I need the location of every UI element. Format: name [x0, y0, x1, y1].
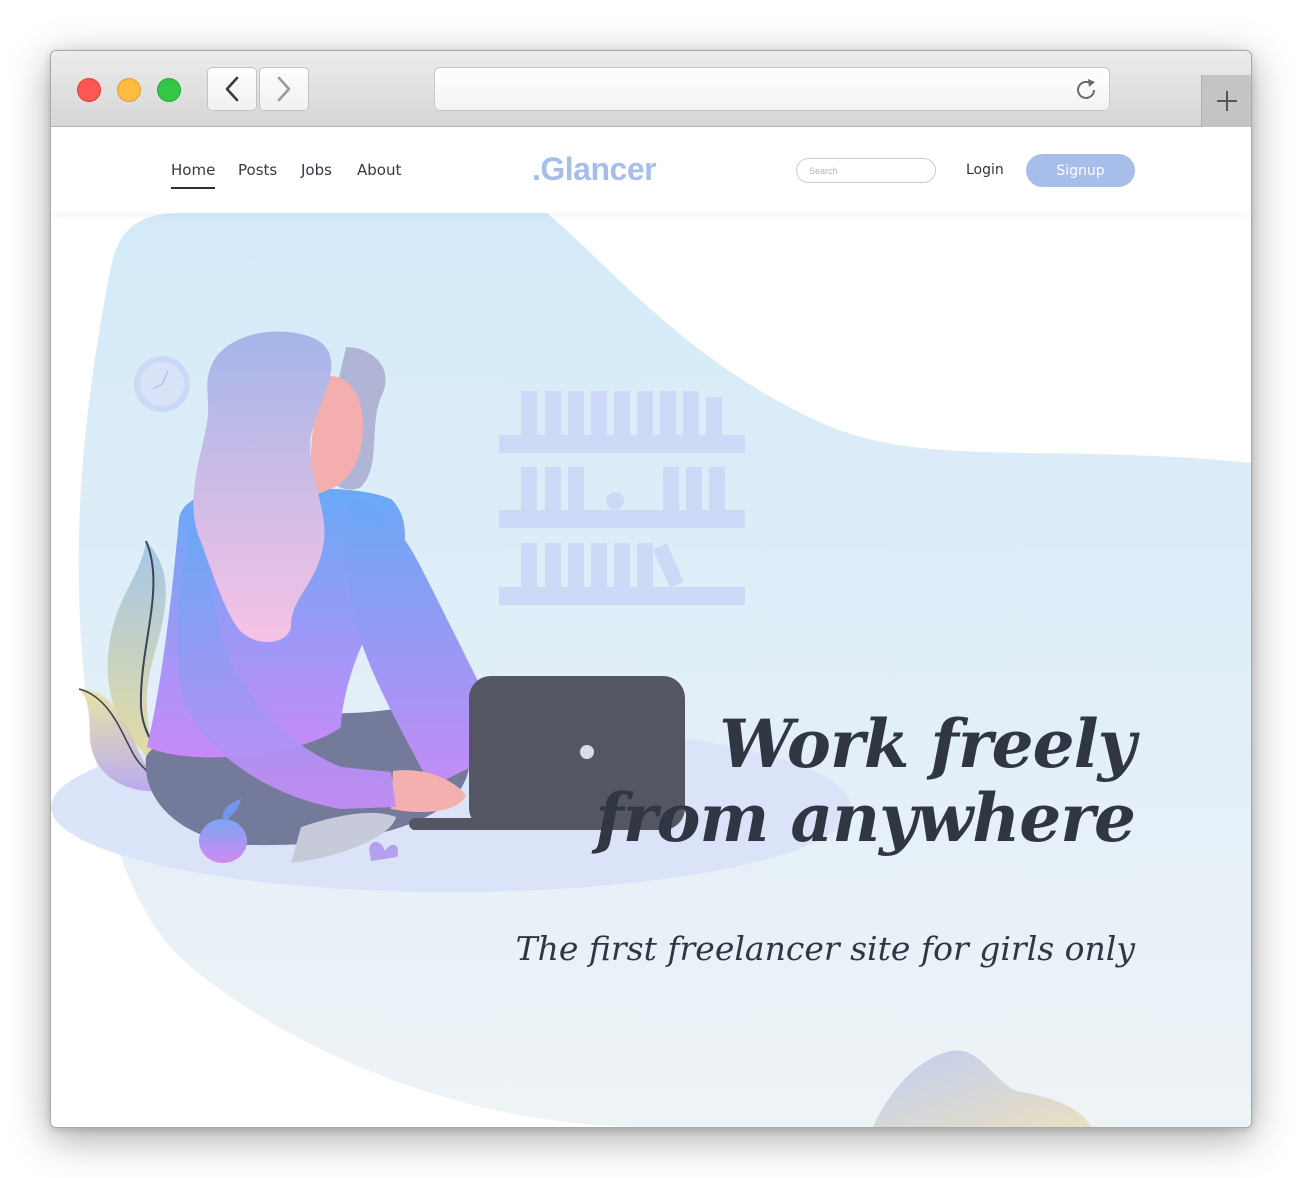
minimize-window-button[interactable] — [117, 78, 141, 102]
page-viewport: Home Posts Jobs About .Glancer Login Sig… — [51, 127, 1251, 1127]
search-input[interactable] — [796, 158, 936, 183]
new-tab-button[interactable] — [1201, 75, 1251, 127]
browser-window: Home Posts Jobs About .Glancer Login Sig… — [50, 50, 1252, 1128]
nav-jobs[interactable]: Jobs — [301, 161, 332, 179]
hero-subtitle: The first freelancer site for girls only — [515, 929, 1135, 968]
back-button[interactable] — [207, 67, 257, 111]
clock-icon — [134, 356, 190, 412]
signup-button[interactable]: Signup — [1026, 154, 1135, 187]
back-arrow-icon — [225, 76, 239, 102]
site-header: Home Posts Jobs About .Glancer Login Sig… — [51, 127, 1251, 213]
nav-about[interactable]: About — [357, 161, 401, 179]
nav-posts[interactable]: Posts — [238, 161, 277, 179]
site-logo[interactable]: .Glancer — [532, 151, 657, 188]
plus-icon — [1216, 91, 1237, 111]
nav-home[interactable]: Home — [171, 161, 216, 189]
address-bar[interactable] — [434, 67, 1110, 111]
hero-headline: Work freely from anywhere — [595, 705, 1136, 857]
forward-arrow-icon — [277, 76, 291, 102]
login-link[interactable]: Login — [966, 162, 1004, 178]
maximize-window-button[interactable] — [157, 78, 181, 102]
browser-titlebar — [51, 51, 1251, 127]
hero-headline-line-1: Work freely — [719, 705, 1136, 783]
hero-headline-line-2: from anywhere — [595, 779, 1136, 857]
hero-illustration — [51, 213, 1251, 1127]
reload-icon[interactable] — [1073, 77, 1099, 103]
forward-button[interactable] — [259, 67, 309, 111]
close-window-button[interactable] — [77, 78, 101, 102]
